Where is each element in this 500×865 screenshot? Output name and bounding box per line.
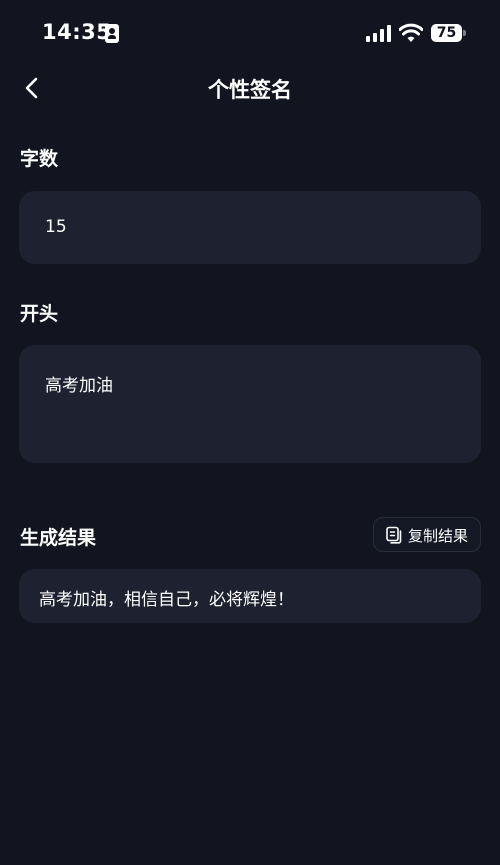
copy-icon (386, 526, 402, 544)
battery-icon: 75 (431, 24, 462, 42)
result-text: 高考加油，相信自己，必将辉煌！ (39, 590, 294, 610)
word-count-field[interactable]: 15 (19, 191, 481, 264)
copy-result-button[interactable]: 复制结果 (373, 517, 481, 552)
battery-cap (463, 30, 466, 36)
word-count-value: 15 (45, 217, 67, 237)
word-count-label: 字数 (20, 148, 59, 170)
result-card: 高考加油，相信自己，必将辉煌！ (19, 569, 481, 623)
result-label: 生成结果 (20, 527, 97, 549)
status-time: 14:35 (42, 20, 112, 44)
signal-icon (366, 24, 392, 42)
opening-value: 高考加油 (45, 376, 113, 396)
id-card-icon (105, 24, 119, 43)
page-title: 个性签名 (208, 78, 292, 102)
wifi-icon (399, 23, 423, 42)
status-bar: 14:35 75 (0, 0, 500, 66)
opening-textarea[interactable]: 高考加油 (19, 345, 481, 463)
copy-result-label: 复制结果 (408, 527, 469, 545)
nav-bar: 个性签名 (0, 66, 500, 112)
opening-label: 开头 (20, 303, 59, 325)
